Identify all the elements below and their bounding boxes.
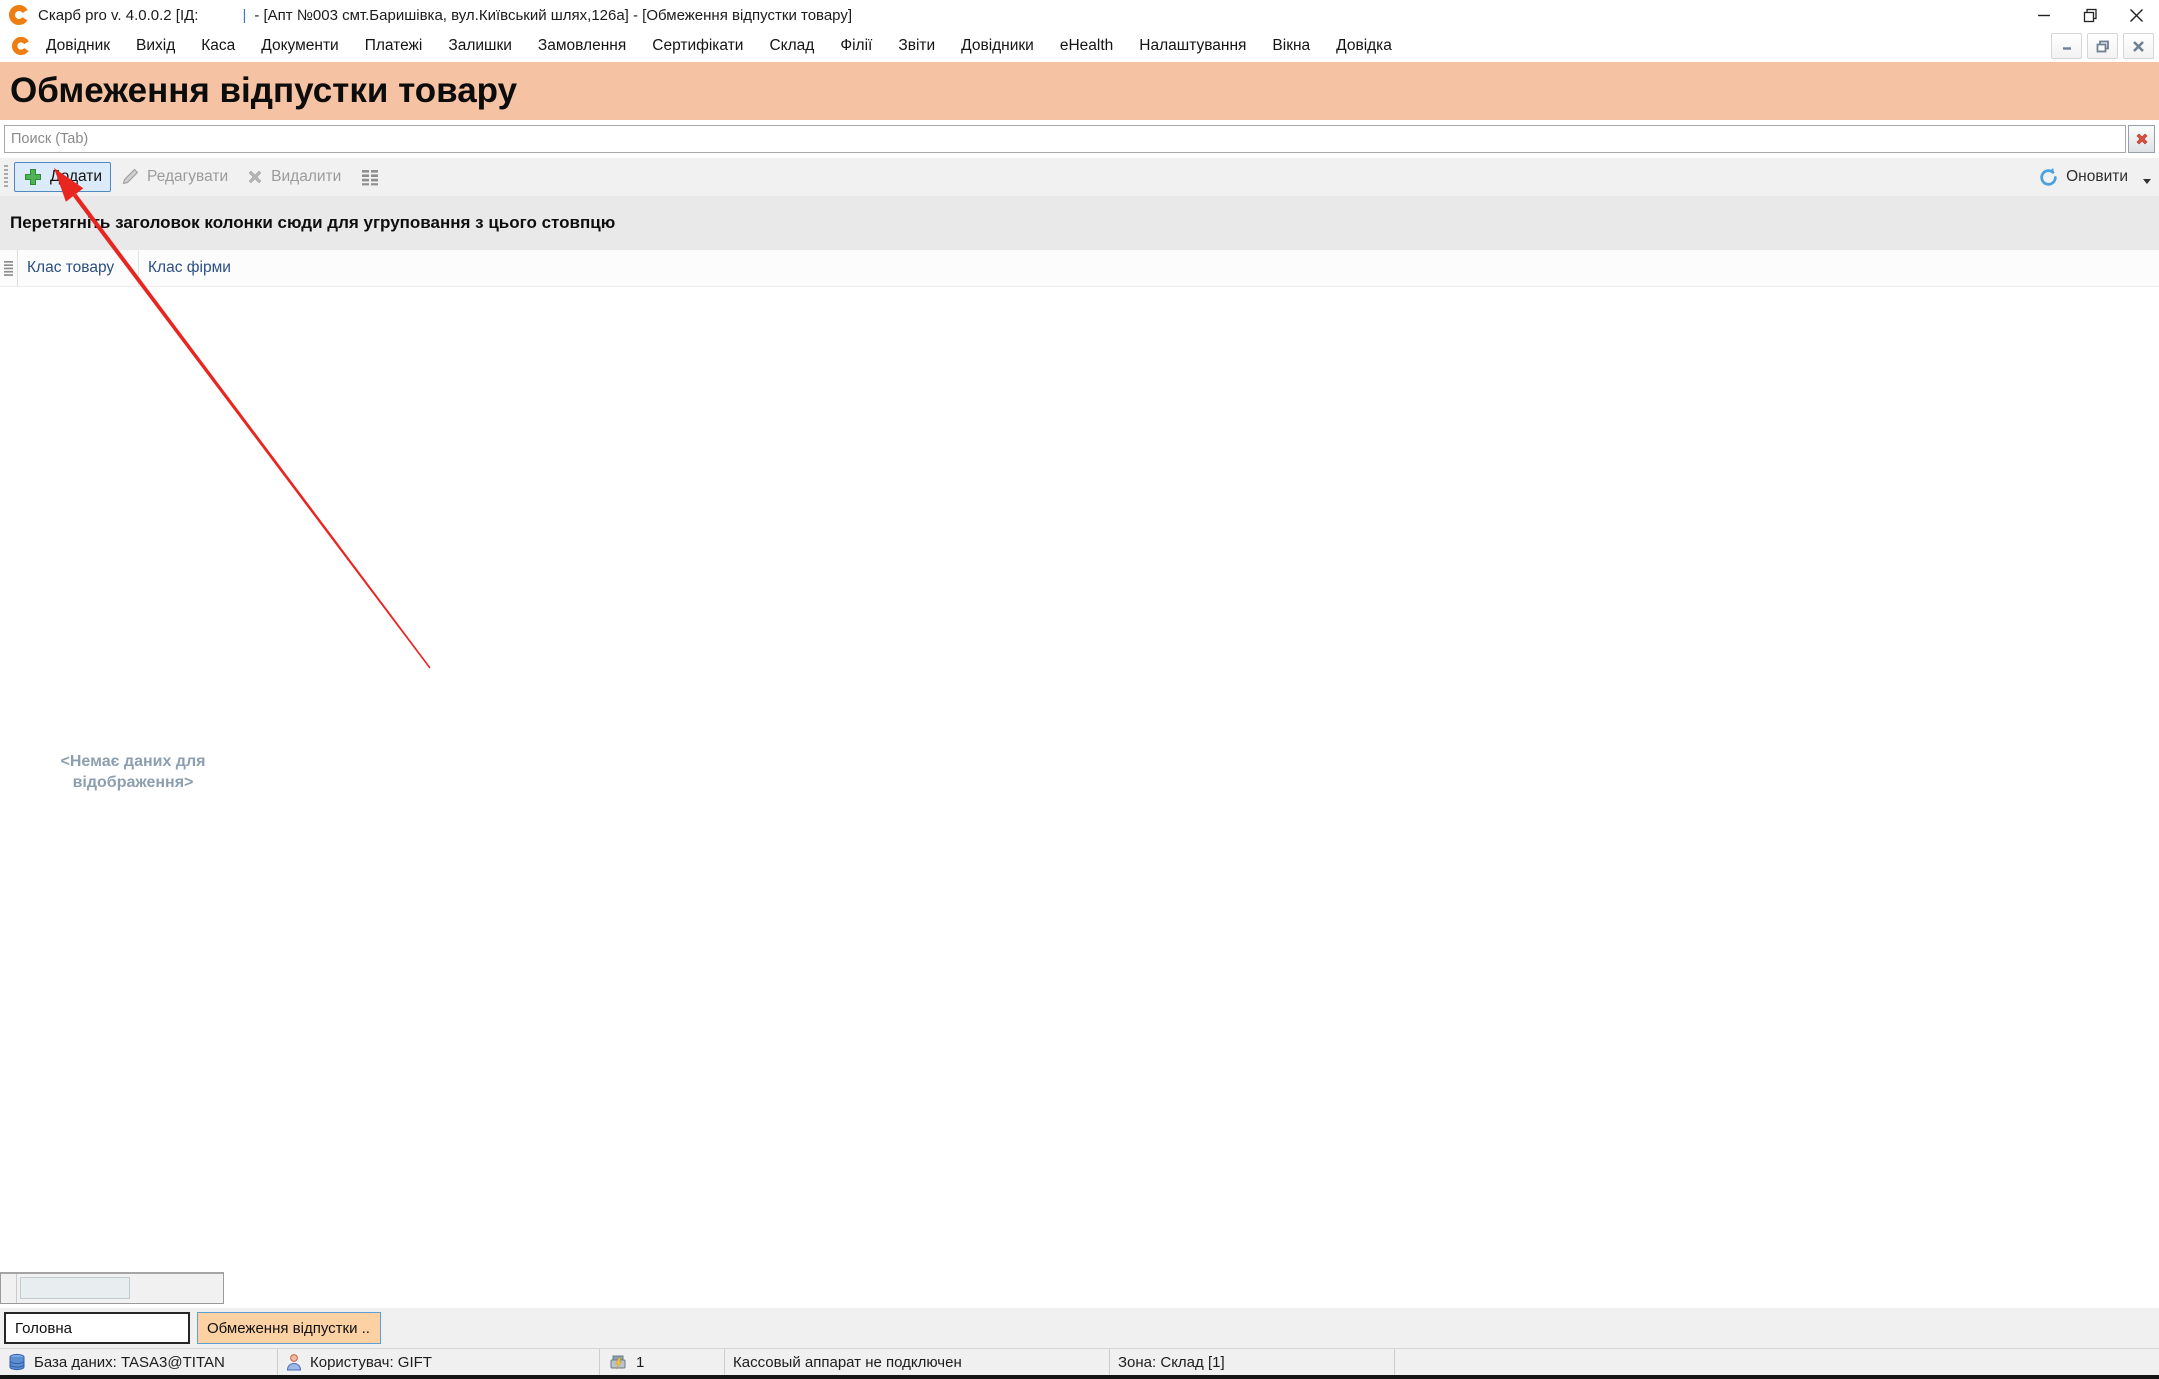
refresh-icon [2038, 167, 2059, 188]
menu-item-zvity[interactable]: Звіти [898, 37, 935, 55]
delete-x-icon [246, 168, 264, 186]
menu-item-dovidka[interactable]: Довідка [1336, 37, 1392, 55]
grid-scroll-row [0, 1270, 2159, 1308]
menu-item-sertyfikaty[interactable]: Сертифікати [652, 37, 743, 55]
status-database-label: База даних: TASA3@TITAN [34, 1354, 225, 1371]
empty-data-line1: <Немає даних для [18, 751, 248, 772]
window-title: Скарб pro v. 4.0.0.2 [ІД: | - [Апт №003 … [38, 7, 852, 24]
menu-item-filii[interactable]: Філії [840, 37, 872, 55]
cash-register-icon [608, 1353, 628, 1371]
column-header-klas-firmy[interactable]: Клас фірми [139, 250, 2159, 286]
grid-column-headers: Клас товару Клас фірми [0, 250, 2159, 287]
refresh-button[interactable]: Оновити [2038, 167, 2151, 188]
database-icon [8, 1353, 26, 1372]
menu-item-sklad[interactable]: Склад [769, 37, 814, 55]
toolbar: Додати Редагувати Видалити Оновити [0, 158, 2159, 196]
menu-items: Довідник Вихід Каса Документи Платежі За… [46, 37, 1392, 55]
row-indicator-icon [0, 250, 18, 286]
window-title-separator: | [242, 7, 246, 24]
status-cash-count-value: 1 [636, 1354, 644, 1371]
menu-item-zalyshky[interactable]: Залишки [448, 37, 512, 55]
menu-item-nalashtuvannia[interactable]: Налаштування [1139, 37, 1246, 55]
menu-item-kasa[interactable]: Каса [201, 37, 235, 55]
mdi-restore-button[interactable] [2087, 33, 2118, 59]
statusbar: База даних: TASA3@TITAN Користувач: GIFT… [0, 1348, 2159, 1375]
empty-data-message: <Немає даних для відображення> [18, 751, 248, 793]
clear-search-button[interactable] [2128, 125, 2155, 153]
page-header: Обмеження відпустки товару [0, 62, 2159, 120]
taskbar-edge [0, 1375, 2159, 1379]
status-user: Користувач: GIFT [278, 1349, 600, 1375]
delete-button[interactable]: Видалити [237, 162, 350, 192]
tab-obmezhennia-vidpustky[interactable]: Обмеження відпустки .. [197, 1312, 381, 1344]
edit-button[interactable]: Редагувати [111, 162, 237, 192]
menu-item-zamovlennia[interactable]: Замовлення [538, 37, 626, 55]
minimize-button[interactable] [2021, 0, 2067, 30]
columns-icon [359, 168, 381, 186]
add-button-label: Додати [50, 168, 102, 186]
status-cash-count: 1 [600, 1349, 725, 1375]
edit-button-label: Редагувати [147, 168, 228, 186]
tab-holovna[interactable]: Головна [4, 1312, 190, 1344]
clear-x-icon [2135, 132, 2149, 146]
status-cash-status: Кассовый аппарат не подключен [725, 1349, 1110, 1375]
status-zone-label: Зона: Склад [1] [1118, 1354, 1225, 1371]
status-database: База даних: TASA3@TITAN [0, 1349, 278, 1375]
menu-item-dovidnyky[interactable]: Довідники [961, 37, 1034, 55]
titlebar: Скарб pro v. 4.0.0.2 [ІД: | - [Апт №003 … [0, 0, 2159, 30]
search-row [0, 120, 2159, 158]
column-chooser-button[interactable] [350, 162, 390, 192]
scrollbar-left-button[interactable] [1, 1274, 17, 1303]
column-header-klas-tovaru[interactable]: Клас товару [18, 250, 139, 286]
toolbar-grip-icon [4, 165, 8, 189]
chevron-down-icon[interactable] [2143, 179, 2151, 184]
child-window-icon [10, 35, 32, 57]
close-button[interactable] [2113, 0, 2159, 30]
app-logo-icon [8, 4, 30, 26]
mdi-window-controls [2051, 33, 2154, 59]
app-window: Скарб pro v. 4.0.0.2 [ІД: | - [Апт №003 … [0, 0, 2159, 1379]
group-by-panel[interactable]: Перетягніть заголовок колонки сюди для у… [0, 196, 2159, 250]
menu-item-vikna[interactable]: Вікна [1272, 37, 1310, 55]
window-title-prefix: Скарб pro v. 4.0.0.2 [ІД: [38, 7, 198, 24]
group-panel-text: Перетягніть заголовок колонки сюди для у… [10, 213, 615, 233]
search-input[interactable] [4, 125, 2126, 153]
menu-item-dovidnyk[interactable]: Довідник [46, 37, 110, 55]
bottom-tabs: Головна Обмеження відпустки .. [0, 1308, 2159, 1348]
menubar: Довідник Вихід Каса Документи Платежі За… [0, 30, 2159, 62]
status-cash-status-label: Кассовый аппарат не подключен [733, 1354, 962, 1371]
scrollbar-thumb[interactable] [20, 1277, 130, 1299]
status-user-label: Користувач: GIFT [310, 1354, 432, 1371]
plus-icon [23, 167, 43, 187]
page-title: Обмеження відпустки товару [10, 71, 517, 111]
empty-data-line2: відображення> [18, 772, 248, 793]
grid-body: <Немає даних для відображення> [0, 287, 2159, 1270]
window-controls [2021, 0, 2159, 30]
mdi-minimize-button[interactable] [2051, 33, 2082, 59]
menu-item-platezhi[interactable]: Платежі [365, 37, 423, 55]
menu-item-ehealth[interactable]: eHealth [1060, 37, 1113, 55]
window-title-suffix: - [Апт №003 смт.Баришівка, вул.Київський… [254, 7, 852, 24]
user-icon [286, 1353, 302, 1371]
menu-item-vykhid[interactable]: Вихід [136, 37, 175, 55]
mdi-close-button[interactable] [2123, 33, 2154, 59]
refresh-button-label: Оновити [2066, 168, 2128, 186]
restore-button[interactable] [2067, 0, 2113, 30]
menu-item-dokumenty[interactable]: Документи [261, 37, 338, 55]
add-button[interactable]: Додати [14, 162, 111, 192]
pencil-icon [120, 167, 140, 187]
horizontal-scrollbar[interactable] [0, 1272, 224, 1304]
status-zone: Зона: Склад [1] [1110, 1349, 1395, 1375]
delete-button-label: Видалити [271, 168, 341, 186]
